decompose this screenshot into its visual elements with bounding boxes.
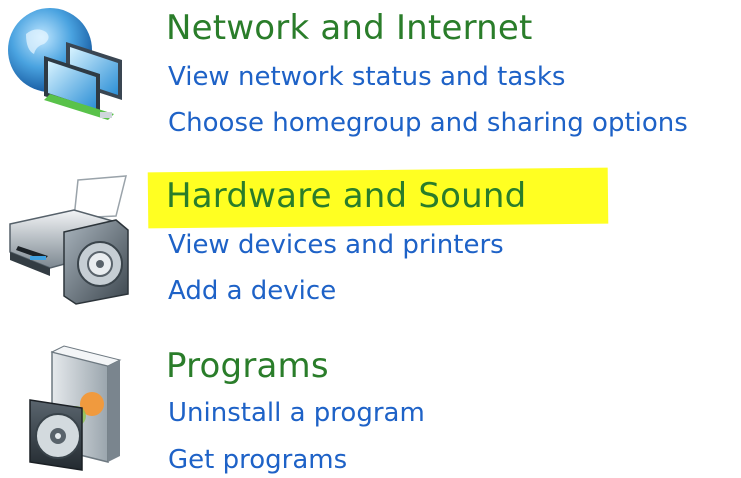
view-network-status-link[interactable]: View network status and tasks xyxy=(168,61,565,93)
view-devices-and-printers-link[interactable]: View devices and printers xyxy=(168,229,504,261)
network-and-internet-title[interactable]: Network and Internet xyxy=(166,8,533,48)
printer-speaker-icon[interactable] xyxy=(4,172,138,305)
uninstall-a-program-link[interactable]: Uninstall a program xyxy=(168,397,425,429)
programs-title[interactable]: Programs xyxy=(166,346,329,386)
choose-homegroup-link[interactable]: Choose homegroup and sharing options xyxy=(168,107,688,139)
hardware-and-sound-title[interactable]: Hardware and Sound xyxy=(166,176,526,216)
network-globe-monitors-icon[interactable] xyxy=(4,4,138,124)
get-programs-link[interactable]: Get programs xyxy=(168,444,347,476)
programs-disc-box-icon[interactable] xyxy=(4,344,138,471)
add-a-device-link[interactable]: Add a device xyxy=(168,275,336,307)
